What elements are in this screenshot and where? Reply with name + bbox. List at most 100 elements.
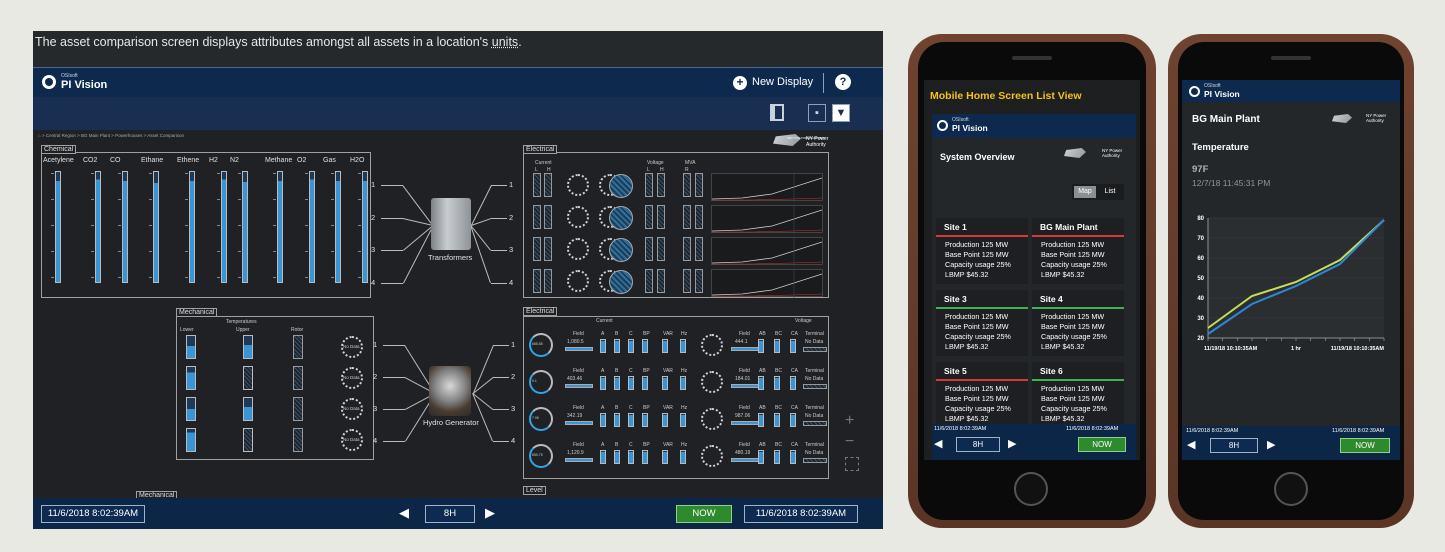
tick-mark	[51, 225, 54, 226]
now-button[interactable]: NOW	[1340, 438, 1390, 453]
caption-link[interactable]: units	[492, 35, 518, 49]
column-header: AB	[759, 442, 766, 448]
home-button[interactable]	[1274, 472, 1308, 506]
now-button[interactable]: NOW	[1078, 437, 1126, 452]
home-button[interactable]	[1014, 472, 1048, 506]
current-bar	[600, 339, 606, 353]
phone1-header: OSIsoft PI Vision	[932, 114, 1136, 138]
current-bar	[662, 376, 668, 390]
list-toggle[interactable]: List	[1099, 186, 1121, 198]
tick-mark	[91, 225, 94, 226]
voltage-gauge[interactable]	[701, 445, 723, 467]
tick-mark	[331, 173, 334, 174]
y-tick-label: 40	[1197, 296, 1204, 302]
plus-circle-icon[interactable]: +	[733, 76, 747, 90]
start-time-input[interactable]: 11/6/2018 8:02:39AM	[41, 505, 145, 523]
column-header: C	[629, 442, 633, 448]
current-gauge[interactable]	[567, 174, 589, 196]
column-header: CA	[791, 442, 798, 448]
temperature-chart[interactable]: 8070605040302011/19/18 10:10:35AM 1 hr 11/…	[1186, 210, 1396, 360]
site-detail-line: LBMP $45.32	[1041, 413, 1085, 423]
back-arrow-icon[interactable]: ◀	[934, 437, 942, 450]
site-card[interactable]: Site 5 Production 125 MW Base Point 125 MW…	[936, 362, 1028, 424]
voltage-gauge[interactable]	[609, 270, 633, 294]
hydro-generator-image[interactable]	[429, 366, 471, 416]
voltage-bar	[758, 339, 764, 353]
duration-input[interactable]: 8H	[425, 505, 475, 523]
end-time-input[interactable]: 11/6/2018 8:02:39AM	[744, 505, 858, 523]
help-icon[interactable]: ?	[835, 74, 851, 90]
temperatures-header: Temperatures	[226, 319, 257, 325]
voltage-gauge[interactable]	[701, 371, 723, 393]
map-toggle[interactable]: Map	[1074, 186, 1096, 198]
mini-trend[interactable]	[711, 205, 823, 234]
forward-arrow-icon[interactable]: ▶	[1008, 437, 1016, 450]
connector-line	[403, 225, 434, 251]
panel-toggle-icon[interactable]	[770, 104, 784, 121]
zoom-out-icon[interactable]: −	[845, 433, 854, 451]
column-header: VAR	[663, 405, 673, 411]
current-gauge[interactable]	[567, 270, 589, 292]
column-header: AB	[759, 405, 766, 411]
zoom-in-icon[interactable]: +	[845, 412, 854, 430]
current-bar	[662, 450, 668, 464]
transformer-image[interactable]	[431, 198, 471, 250]
now-button[interactable]: NOW	[676, 505, 732, 523]
duration-input[interactable]: 8H	[956, 437, 1000, 452]
current-bar	[614, 339, 620, 353]
voltage-gauge[interactable]	[701, 334, 723, 356]
mini-trend[interactable]	[711, 173, 823, 202]
site-card[interactable]: Site 3 Production 125 MW Base Point 125 MW…	[936, 290, 1028, 356]
voltage-bar	[790, 413, 796, 427]
current-h-bar	[544, 237, 552, 261]
back-arrow-icon[interactable]: ◀	[399, 505, 409, 521]
tick-mark	[217, 173, 220, 174]
voltage-gauge[interactable]	[609, 238, 633, 262]
new-display-button[interactable]: New Display	[752, 76, 813, 88]
column-header: A	[601, 405, 605, 411]
terminal-bar	[803, 458, 827, 463]
current-gauge[interactable]	[567, 206, 589, 228]
site-card[interactable]: Site 1 Production 125 MW Base Point 125 MW…	[936, 218, 1028, 284]
field-label: Field	[573, 442, 584, 448]
current-value: 97F	[1192, 164, 1209, 175]
display-toolbar: ▪ ▼	[33, 97, 883, 130]
mini-trend[interactable]	[711, 269, 823, 298]
fit-icon[interactable]	[845, 457, 859, 471]
site-detail-line: Capacity usage 25%	[945, 331, 1011, 341]
x-tick-label: 11/19/18 10:10:35AM	[1204, 346, 1258, 352]
forward-arrow-icon[interactable]: ▶	[1267, 438, 1275, 451]
tick-mark	[149, 251, 152, 252]
view-toggle: Map List	[1072, 184, 1124, 200]
tick-mark	[51, 277, 54, 278]
back-arrow-icon[interactable]: ◀	[1187, 438, 1195, 451]
site-card[interactable]: Site 4 Production 125 MW Base Point 125 MW…	[1032, 290, 1124, 356]
voltage-gauge[interactable]	[609, 206, 633, 230]
y-tick-label: 20	[1197, 336, 1204, 342]
field-value: 403.46	[567, 376, 583, 382]
field-bar	[565, 384, 593, 388]
site-card[interactable]: BG Main Plant Production 125 MW Base Point…	[1032, 218, 1124, 284]
phone-end-time[interactable]: 11/6/2018 8:02:39AM	[1066, 426, 1118, 432]
current-gauge[interactable]	[567, 238, 589, 260]
tick-mark	[305, 225, 308, 226]
breadcrumb[interactable]: ⌂ > Central Region > BG Main Plant > Pow…	[38, 133, 184, 138]
terminal-value: No Data	[805, 413, 824, 419]
phone-start-time[interactable]: 11/6/2018 8:02:39AM	[934, 426, 986, 432]
duration-input[interactable]: 8H	[1210, 438, 1258, 453]
forward-arrow-icon[interactable]: ▶	[485, 505, 495, 521]
column-header: B	[615, 405, 619, 411]
voltage-gauge[interactable]	[609, 174, 633, 198]
gas-label: Ethane	[141, 157, 164, 164]
phone-end-time[interactable]: 11/6/2018 8:02:39AM	[1332, 428, 1384, 434]
phone-start-time[interactable]: 11/6/2018 8:02:39AM	[1186, 428, 1238, 434]
plant-title: BG Main Plant	[1192, 114, 1260, 125]
current-h-bar	[544, 173, 552, 197]
connector-line	[381, 218, 403, 219]
mini-trend[interactable]	[711, 237, 823, 266]
gas-level-bar	[221, 171, 227, 283]
site-card[interactable]: Site 6 Production 125 MW Base Point 125 MW…	[1032, 362, 1124, 424]
chevron-down-icon[interactable]: ▼	[832, 104, 850, 122]
save-icon[interactable]: ▪	[808, 104, 826, 122]
voltage-gauge[interactable]	[701, 408, 723, 430]
